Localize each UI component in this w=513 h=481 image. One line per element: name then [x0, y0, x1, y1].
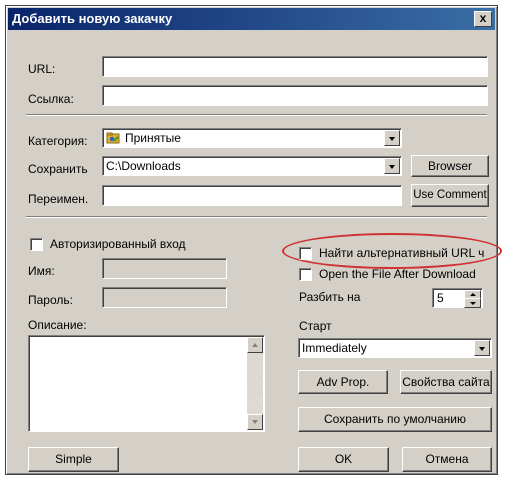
adv-prop-button[interactable]: Adv Prop.	[298, 370, 388, 394]
split-spinner[interactable]: 5	[432, 288, 483, 308]
scroll-up-icon[interactable]	[247, 337, 263, 353]
rename-input[interactable]	[102, 185, 402, 206]
auth-checkbox[interactable]	[30, 238, 43, 251]
url-label: URL:	[28, 62, 56, 76]
category-dropdown-arrow-icon[interactable]	[384, 130, 400, 146]
cancel-button[interactable]: Отмена	[402, 447, 492, 472]
simple-button[interactable]: Simple	[28, 447, 119, 472]
split-label: Разбить на	[299, 290, 361, 304]
add-download-dialog: Добавить новую закачку x URL: Ссылка: Ка…	[5, 5, 502, 475]
save-to-value: C:\Downloads	[106, 159, 181, 173]
password-input[interactable]	[102, 287, 227, 308]
find-alt-url-label: Найти альтернативный URL ч	[319, 246, 485, 260]
user-input[interactable]	[102, 258, 227, 279]
start-dropdown-arrow-icon[interactable]	[474, 340, 490, 356]
start-label: Старт	[299, 319, 332, 333]
save-to-dropdown-arrow-icon[interactable]	[384, 158, 400, 174]
start-select[interactable]: Immediately	[298, 338, 492, 358]
category-label: Категория:	[28, 134, 88, 148]
title-bar[interactable]: Добавить новую закачку x	[8, 8, 495, 30]
spin-down-icon[interactable]	[464, 298, 481, 308]
dialog-title: Добавить новую закачку	[12, 11, 173, 26]
scroll-down-icon[interactable]	[247, 414, 263, 430]
rename-label: Переимен.	[28, 192, 89, 206]
auth-checkbox-label: Авторизированный вход	[50, 237, 186, 251]
description-textarea[interactable]	[28, 335, 265, 432]
browse-button[interactable]: Browser	[411, 155, 489, 177]
split-value: 5	[437, 291, 444, 305]
url-input[interactable]	[102, 56, 488, 77]
password-label: Пароль:	[28, 293, 73, 307]
description-scrollbar[interactable]	[247, 337, 263, 430]
category-select[interactable]: Принятые	[102, 128, 402, 148]
ok-button[interactable]: OK	[298, 447, 389, 472]
save-to-select[interactable]: C:\Downloads	[102, 156, 402, 176]
user-label: Имя:	[28, 264, 55, 278]
use-comment-button[interactable]: Use Comment	[411, 184, 489, 207]
folder-category-icon	[106, 132, 120, 144]
link-label: Ссылка:	[28, 92, 74, 106]
separator-top	[26, 114, 487, 116]
description-label: Описание:	[28, 318, 87, 332]
save-to-label: Сохранить	[28, 162, 88, 176]
separator-mid	[26, 216, 487, 218]
link-input[interactable]	[102, 85, 488, 106]
find-alt-url-checkbox[interactable]	[299, 247, 312, 260]
close-button[interactable]: x	[474, 11, 492, 27]
start-value: Immediately	[302, 341, 367, 355]
open-after-download-label: Open the File After Download	[319, 267, 476, 281]
save-default-button[interactable]: Сохранить по умолчанию	[298, 407, 492, 432]
category-value: Принятые	[125, 131, 181, 145]
site-properties-button[interactable]: Свойства сайта	[400, 370, 492, 394]
open-after-download-checkbox[interactable]	[299, 268, 312, 281]
